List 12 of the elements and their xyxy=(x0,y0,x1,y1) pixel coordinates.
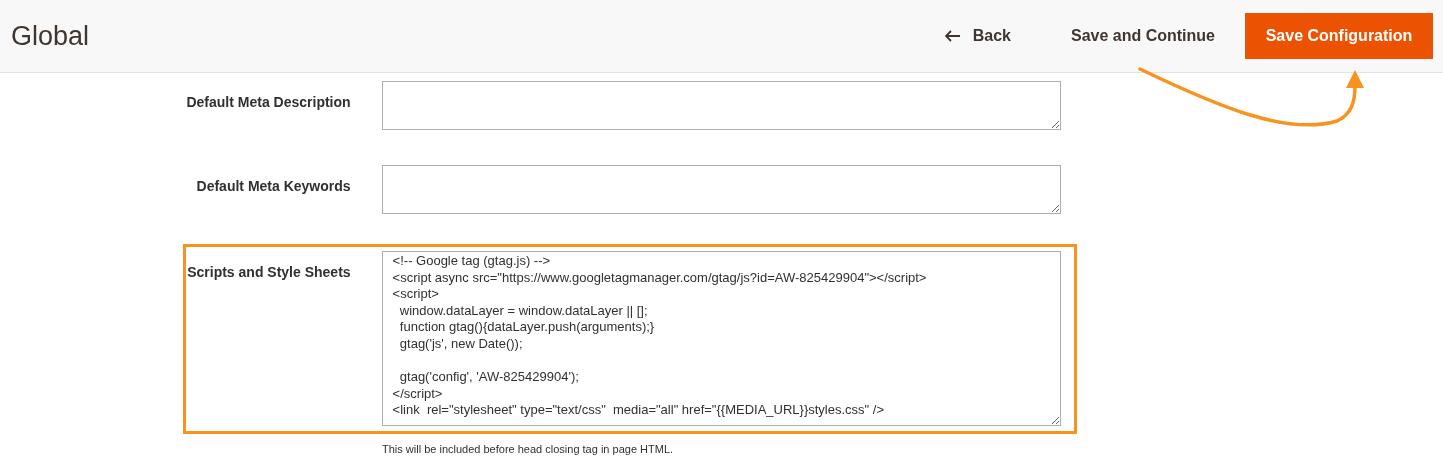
save-configuration-button[interactable]: Save Configuration xyxy=(1245,13,1433,59)
page-title: Global xyxy=(11,19,90,53)
arrow-left-icon xyxy=(944,30,961,42)
field-note: This will be included before head closing tag in page HTML. xyxy=(382,442,675,456)
field-label: Default Meta Description xyxy=(186,93,351,112)
code-field[interactable]: <!-- Google tag (gtag.js) --> <script async src="https://www.googletagmanager.com/gtag/js?id=AW-825429904"></script> <script> window.dataLayer = window.dataLayer || []; function gtag(){dataLayer.push(arguments);} gtag('js', new Date()); gtag('config', 'AW-825429904'); </script> <link rel="stylesheet" type="text/css" media="all" href="{{MEDIA_URL}}styles.css" /> xyxy=(381,251,1061,426)
text-area-field[interactable] xyxy=(381,81,1061,130)
save-and-continue-button[interactable]: Save and Continue xyxy=(1054,16,1231,56)
text-area-field[interactable] xyxy=(381,165,1061,214)
field-label: Default Meta Keywords xyxy=(196,177,351,196)
field-label: Scripts and Style Sheets xyxy=(187,263,351,282)
back-button[interactable]: Back xyxy=(928,16,1027,56)
